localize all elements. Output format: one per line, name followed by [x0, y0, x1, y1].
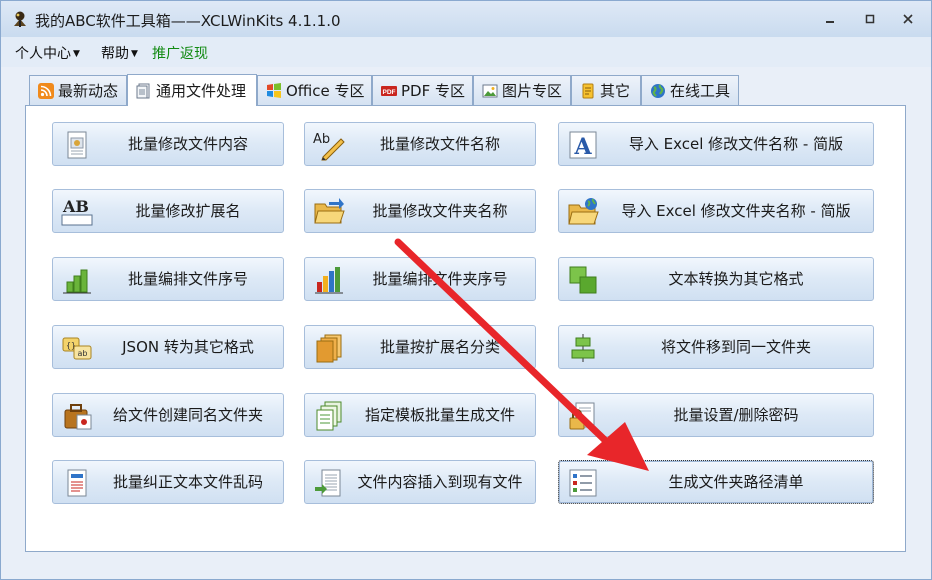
letter-a-icon: A — [569, 131, 597, 160]
tool-label: 将文件移到同一文件夹 — [660, 338, 811, 356]
tool-label: 导入 Excel 修改文件名称 - 简版 — [628, 135, 844, 153]
ab-pencil-icon: Ab — [313, 132, 345, 161]
maximize-button[interactable] — [857, 9, 883, 29]
tool-label: 导入 Excel 修改文件夹名称 - 简版 — [621, 202, 851, 220]
tab-news[interactable]: 最新动态 — [29, 75, 127, 105]
tab-office[interactable]: Office 专区 — [257, 75, 372, 105]
menu-personal-center-label: 个人中心 — [15, 46, 71, 62]
tool-set-remove-password-button[interactable]: 批量设置/删除密码 — [558, 393, 874, 437]
menu-referral-label: 推广返现 — [152, 46, 208, 62]
rss-icon — [38, 82, 54, 99]
json-convert-icon: {}ab — [62, 337, 92, 360]
app-logo-icon — [14, 11, 26, 27]
tool-label: 批量修改文件夹名称 — [372, 202, 508, 220]
maximize-icon — [865, 14, 875, 24]
template-files-icon — [316, 401, 342, 431]
tool-batch-number-files-button[interactable]: 批量编排文件序号 — [52, 257, 284, 301]
tool-label: 批量修改扩展名 — [135, 202, 241, 220]
tool-fix-text-encoding-button[interactable]: 批量纠正文本文件乱码 — [52, 460, 284, 504]
minimize-icon — [826, 21, 834, 23]
tool-label: 批量编排文件序号 — [127, 270, 248, 288]
tab-office-label: Office 专区 — [286, 82, 365, 100]
align-move-icon — [571, 334, 595, 362]
tool-label: 文件内容插入到现有文件 — [357, 473, 523, 491]
svg-text:AB: AB — [62, 197, 89, 216]
office-logo-icon — [267, 82, 281, 98]
tool-batch-number-folders-button[interactable]: 批量编排文件夹序号 — [304, 257, 536, 301]
text-fix-icon — [67, 469, 87, 497]
tab-online-tools-label: 在线工具 — [670, 82, 731, 100]
tool-batch-edit-file-content-button[interactable]: 批量修改文件内容 — [52, 122, 284, 166]
tool-label: 批量编排文件夹序号 — [372, 270, 508, 288]
tool-classify-by-extension-button[interactable]: 批量按扩展名分类 — [304, 325, 536, 369]
note-icon — [582, 83, 594, 98]
minimize-button[interactable] — [817, 9, 843, 29]
svg-text:Ab: Ab — [313, 132, 330, 147]
picture-icon — [482, 84, 498, 97]
window-title: 我的ABC软件工具箱——XCLWinKits 4.1.1.0 — [35, 12, 341, 30]
tool-label: 批量设置/删除密码 — [673, 406, 799, 424]
document-edit-icon — [67, 131, 87, 159]
menu-referral[interactable]: 推广返现 — [152, 43, 208, 63]
tab-other[interactable]: 其它 — [571, 75, 641, 105]
folder-globe-icon — [568, 198, 599, 225]
pdf-icon: PDF — [381, 85, 397, 96]
insert-document-icon — [315, 469, 341, 497]
menu-personal-center[interactable]: 个人中心 ▼ — [15, 43, 80, 63]
tab-news-label: 最新动态 — [58, 82, 119, 100]
green-squares-icon — [569, 266, 597, 294]
tool-move-files-to-one-folder-button[interactable]: 将文件移到同一文件夹 — [558, 325, 874, 369]
tab-general-file[interactable]: 通用文件处理 — [127, 74, 257, 106]
menu-bar: 个人中心 ▼ 帮助 ▼ 推广返现 — [1, 37, 931, 67]
tool-excel-rename-folders-button[interactable]: 导入 Excel 修改文件夹名称 - 简版 — [558, 189, 874, 233]
tool-label: 给文件创建同名文件夹 — [112, 406, 263, 424]
tool-excel-rename-files-button[interactable]: A 导入 Excel 修改文件名称 - 简版 — [558, 122, 874, 166]
lock-document-icon — [569, 402, 595, 430]
tool-insert-content-into-file-button[interactable]: 文件内容插入到现有文件 — [304, 460, 536, 504]
tool-label: 批量修改文件内容 — [127, 135, 248, 153]
close-button[interactable] — [895, 9, 921, 29]
chevron-down-icon: ▼ — [131, 49, 138, 59]
svg-text:ab: ab — [78, 349, 88, 358]
color-bars-icon — [315, 267, 343, 294]
close-icon — [903, 14, 913, 24]
tool-batch-rename-files-button[interactable]: Ab 批量修改文件名称 — [304, 122, 536, 166]
green-bars-icon — [63, 269, 91, 294]
folder-open-icon — [314, 198, 345, 224]
chevron-down-icon: ▼ — [73, 49, 80, 59]
tab-other-label: 其它 — [600, 82, 631, 100]
tab-general-file-label: 通用文件处理 — [156, 82, 247, 100]
menu-help[interactable]: 帮助 ▼ — [101, 43, 138, 63]
tool-label: JSON 转为其它格式 — [122, 338, 254, 356]
tool-json-convert-button[interactable]: {} ab JSON 转为其它格式 — [52, 325, 284, 369]
tool-batch-rename-folders-button[interactable]: 批量修改文件夹名称 — [304, 189, 536, 233]
tab-pdf-label: PDF 专区 — [401, 82, 465, 100]
tool-label: 批量按扩展名分类 — [379, 338, 500, 356]
tab-online-tools[interactable]: 在线工具 — [641, 75, 739, 105]
svg-text:A: A — [573, 134, 592, 160]
title-bar: 我的ABC软件工具箱——XCLWinKits 4.1.1.0 — [1, 1, 931, 37]
stacked-files-icon — [316, 334, 342, 363]
checklist-icon — [569, 469, 597, 497]
tool-label: 批量纠正文本文件乱码 — [112, 473, 263, 491]
briefcase-icon — [64, 404, 92, 430]
tab-images-label: 图片专区 — [502, 82, 563, 100]
svg-text:PDF: PDF — [383, 89, 396, 96]
globe-icon — [651, 83, 665, 98]
tool-label: 生成文件夹路径清单 — [668, 473, 804, 491]
tab-pdf[interactable]: PDF PDF 专区 — [372, 75, 473, 105]
tool-text-convert-button[interactable]: 文本转换为其它格式 — [558, 257, 874, 301]
tool-label: 指定模板批量生成文件 — [364, 406, 515, 424]
tool-create-same-name-folder-button[interactable]: 给文件创建同名文件夹 — [52, 393, 284, 437]
menu-help-label: 帮助 — [101, 46, 129, 62]
tab-images[interactable]: 图片专区 — [473, 75, 571, 105]
app-window: 我的ABC软件工具箱——XCLWinKits 4.1.1.0 个人中心 ▼ 帮助 ▼… — [0, 0, 932, 580]
ab-box-icon: AB — [61, 197, 93, 226]
tool-label: 批量修改文件名称 — [379, 135, 500, 153]
document-icon — [136, 83, 150, 98]
tool-template-generate-files-button[interactable]: 指定模板批量生成文件 — [304, 393, 536, 437]
tool-batch-edit-extension-button[interactable]: AB 批量修改扩展名 — [52, 189, 284, 233]
tool-generate-folder-path-list-button[interactable]: 生成文件夹路径清单 — [558, 460, 874, 504]
tool-label: 文本转换为其它格式 — [668, 270, 804, 288]
